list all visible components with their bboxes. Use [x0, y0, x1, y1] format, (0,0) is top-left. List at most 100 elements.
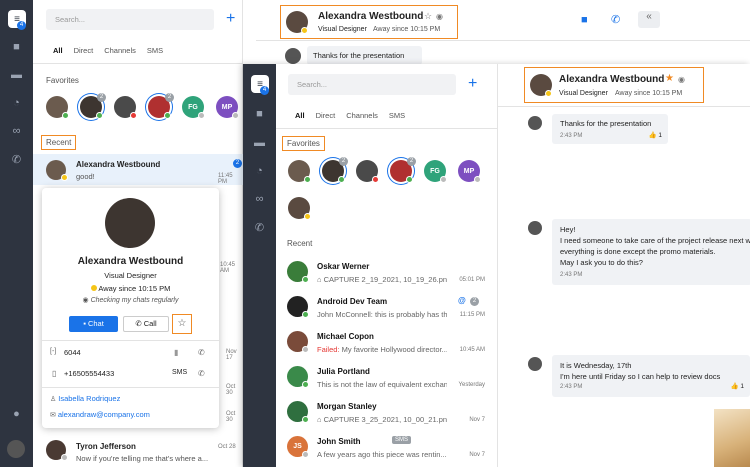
- status-dot-icon: [302, 311, 309, 318]
- search-input[interactable]: Search...: [288, 74, 456, 95]
- tab-bar: All Direct Channels SMS: [295, 111, 416, 120]
- status-dot-icon: [164, 112, 171, 119]
- timestamp: 11:15 PM: [459, 312, 485, 318]
- favorite-star-button[interactable]: ☆: [172, 314, 192, 334]
- recent-row[interactable]: Morgan Stanley ⌂ CAPTURE 3_25_2021, 10_0…: [276, 397, 497, 432]
- phone-icon[interactable]: ✆: [243, 217, 276, 237]
- email-link[interactable]: alexandraw@company.com: [58, 410, 150, 419]
- clock-icon[interactable]: ◔: [0, 93, 33, 113]
- avatar: [528, 221, 542, 235]
- preview-text: CAPTURE 3_25_2021, 10_00_21.png: [323, 415, 447, 424]
- star-icon[interactable]: ★: [665, 73, 674, 84]
- recent-row[interactable]: Michael Copon Failed: My favorite Hollyw…: [276, 327, 497, 362]
- timestamp: Nov 7: [469, 452, 485, 458]
- favorite-badge: 2: [97, 93, 106, 102]
- header-contact[interactable]: Alexandra Westbound ☆ ◉ Visual Designer …: [280, 5, 458, 39]
- help-icon[interactable]: ●: [0, 404, 33, 424]
- status-dot-icon: [198, 112, 205, 119]
- header-name: Alexandra Westbound: [559, 74, 665, 85]
- mobile-value[interactable]: +16505554433: [64, 369, 114, 378]
- note-icon: ◉: [82, 297, 91, 304]
- bookmark-icon[interactable]: ▮: [174, 348, 178, 357]
- header-contact[interactable]: Alexandra Westbound ★ ◉ Visual Designer …: [524, 67, 704, 103]
- recent-title: Recent: [41, 135, 77, 150]
- manager-link[interactable]: Isabella Rodriquez: [58, 394, 120, 403]
- contact-name: Morgan Stanley: [317, 402, 377, 411]
- extension-value[interactable]: 6044: [64, 348, 81, 357]
- recent-row[interactable]: Android Dev Team John McConnell: this is…: [276, 292, 497, 327]
- tab-sms[interactable]: SMS: [147, 46, 163, 55]
- timestamp: 10:45 AM: [459, 347, 485, 353]
- recent-row[interactable]: JS John Smith SMS A few years ago this p…: [276, 432, 497, 467]
- avatar: [285, 48, 301, 64]
- tab-channels[interactable]: Channels: [104, 46, 136, 55]
- front-window: ≡ 4 ■ ▬ ◔ ∞ ✆ Search... + All Direct Chann…: [243, 64, 750, 467]
- extension-icon: [-]: [50, 348, 57, 355]
- email-icon: ✉: [50, 412, 58, 419]
- recent-row-selected[interactable]: Alexandra Westbound good! 2 11:45 PM: [33, 154, 243, 185]
- status-dot-icon: [372, 176, 379, 183]
- email-row: ✉ alexandraw@company.com: [50, 409, 150, 421]
- message-text: everything is done except the promo mate…: [560, 247, 716, 256]
- message-bubble: Thanks for the presentation 2:43 PM 👍 1: [552, 114, 668, 144]
- status-dot-icon: [304, 213, 311, 220]
- sms-tag: SMS: [392, 436, 412, 444]
- tab-channels[interactable]: Channels: [346, 111, 378, 120]
- status-dot-icon: [440, 176, 447, 183]
- star-icon[interactable]: ☆: [424, 11, 432, 22]
- tab-all[interactable]: All: [295, 111, 305, 120]
- contact-name: John Smith: [317, 437, 361, 446]
- image-attachment[interactable]: [714, 409, 750, 467]
- attachment-icon: ⌂: [317, 275, 324, 284]
- timestamp: 11:45 PM: [218, 173, 233, 185]
- contact-name: Michael Copon: [317, 332, 374, 341]
- recent-row[interactable]: Tyron Jefferson Now if you're telling me…: [33, 436, 243, 467]
- video-call-icon[interactable]: ■: [581, 14, 588, 26]
- status-dot-icon: [406, 176, 413, 183]
- status-dot-icon: [302, 276, 309, 283]
- search-input[interactable]: Search...: [46, 9, 214, 30]
- mobile-row: ▯ +16505554433 SMS ✆: [50, 369, 213, 381]
- sms-link[interactable]: SMS: [172, 369, 187, 376]
- status-dot-icon: [130, 112, 137, 119]
- call-button[interactable]: ✆ Call: [123, 316, 169, 332]
- status-dot-icon: [302, 451, 309, 458]
- call-extension-icon[interactable]: ✆: [198, 348, 205, 357]
- message-bubble: Thanks for the presentation: [307, 46, 422, 65]
- recent-row[interactable]: Oskar Werner ⌂ CAPTURE 2_19_2021, 10_19_…: [276, 257, 497, 292]
- collapse-panel-icon[interactable]: «: [638, 11, 660, 28]
- message-time: 2:43 PM: [560, 384, 583, 390]
- video-icon[interactable]: ■: [243, 104, 276, 124]
- tab-all[interactable]: All: [53, 46, 63, 55]
- message-text: I need someone to take care of the proje…: [560, 236, 750, 245]
- new-chat-plus-icon[interactable]: +: [226, 11, 235, 27]
- chat-button[interactable]: ▪ Chat: [69, 316, 118, 332]
- audio-call-icon[interactable]: ✆: [611, 13, 620, 26]
- new-chat-plus-icon[interactable]: +: [468, 76, 477, 92]
- profile-note-text: Checking my chats regularly: [90, 297, 179, 304]
- favorite-badge: 2: [407, 157, 416, 166]
- user-avatar[interactable]: [7, 440, 25, 458]
- call-mobile-icon[interactable]: ✆: [198, 369, 205, 378]
- status-away-icon: [90, 285, 97, 291]
- message-preview: good!: [76, 172, 95, 181]
- favorite-badge: 2: [165, 93, 174, 102]
- tab-direct[interactable]: Direct: [74, 46, 94, 55]
- rail-badge: 4: [260, 86, 269, 95]
- tab-direct[interactable]: Direct: [316, 111, 336, 120]
- recent-row[interactable]: Julia Portland This is not the law of eq…: [276, 362, 497, 397]
- reaction[interactable]: 👍 1: [730, 381, 744, 392]
- timestamp: Yesterday: [458, 382, 485, 388]
- folder-icon[interactable]: ▬: [243, 133, 276, 153]
- voicemail-icon[interactable]: ∞: [0, 121, 33, 141]
- phone-icon[interactable]: ✆: [0, 149, 33, 169]
- reaction[interactable]: 👍 1: [648, 131, 662, 139]
- profile-status-text: Away since 10:15 PM: [98, 284, 171, 293]
- voicemail-icon[interactable]: ∞: [243, 189, 276, 209]
- profile-status: Away since 10:15 PM: [42, 284, 219, 293]
- folder-icon[interactable]: ▬: [0, 65, 33, 85]
- tab-sms[interactable]: SMS: [389, 111, 405, 120]
- message-bubble: Hey! I need someone to take care of the …: [552, 219, 750, 285]
- video-icon[interactable]: ■: [0, 37, 33, 57]
- clock-icon[interactable]: ◔: [243, 161, 276, 181]
